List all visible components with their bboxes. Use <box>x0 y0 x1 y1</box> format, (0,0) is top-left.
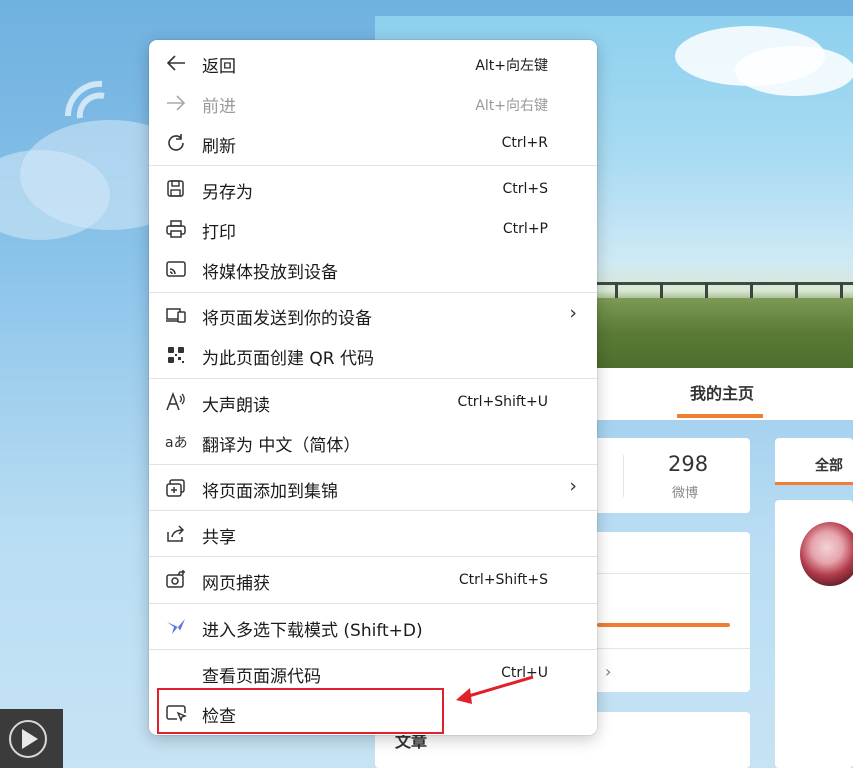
card-divider <box>597 648 750 649</box>
menu-item-label: 返回 <box>202 57 236 77</box>
menu-item-read-aloud[interactable]: 大声朗读 Ctrl+Shift+U <box>149 381 597 421</box>
back-arrow-icon <box>166 55 185 71</box>
menu-item-shortcut: Ctrl+P <box>502 221 548 237</box>
play-icon <box>22 729 38 749</box>
menu-item-label: 前进 <box>202 97 236 117</box>
menu-item-print[interactable]: 打印 Ctrl+P <box>149 208 597 248</box>
context-menu: 返回 Alt+向左键 前进 Alt+向右键 刷新 Ctrl+R 另存为 Ctrl… <box>149 40 597 735</box>
menu-separator <box>149 649 597 650</box>
forward-arrow-icon <box>167 95 186 111</box>
tab-all[interactable]: 全部 <box>815 455 843 475</box>
tab-all-indicator <box>775 482 853 485</box>
menu-item-label: 网页捕获 <box>202 574 270 594</box>
menu-separator <box>149 292 597 293</box>
annotation-arrow-icon <box>456 675 534 704</box>
menu-separator <box>149 556 597 557</box>
menu-item-shortcut: Ctrl+Shift+S <box>458 572 548 588</box>
menu-separator <box>149 378 597 379</box>
menu-item-cast-media[interactable]: 将媒体投放到设备 <box>149 248 597 288</box>
menu-item-label: 将媒体投放到设备 <box>202 263 338 283</box>
menu-item-multi-download[interactable]: 进入多选下载模式 (Shift+D) <box>149 606 597 646</box>
menu-separator <box>149 464 597 465</box>
menu-separator <box>149 510 597 511</box>
menu-item-shortcut: Ctrl+R <box>501 135 548 151</box>
menu-item-shortcut: Ctrl+Shift+U <box>457 394 548 410</box>
download-mode-icon <box>167 619 185 634</box>
refresh-icon <box>168 134 184 151</box>
menu-item-label: 将页面添加到集锦 <box>202 482 338 502</box>
menu-separator <box>149 603 597 604</box>
submenu-chevron-icon: › <box>569 475 577 497</box>
submenu-chevron-icon: › <box>569 302 577 324</box>
menu-item-label: 刷新 <box>202 137 236 157</box>
weibo-logo-icon <box>64 80 105 119</box>
menu-item-label: 查看页面源代码 <box>202 667 321 687</box>
svg-text:aあ: aあ <box>165 435 187 451</box>
collections-icon <box>166 479 185 497</box>
menu-item-forward[interactable]: 前进 Alt+向右键 <box>149 82 597 122</box>
stat-label: 微博 <box>672 486 699 501</box>
menu-item-translate[interactable]: aあ 翻译为 中文（简体） <box>149 421 597 461</box>
menu-item-shortcut: Ctrl+S <box>502 181 548 197</box>
menu-separator <box>149 165 597 166</box>
video-play-button[interactable] <box>0 709 63 768</box>
progress-bar <box>597 623 730 627</box>
translate-icon: aあ <box>165 435 187 451</box>
stat-value[interactable]: 298 <box>668 452 708 476</box>
qr-code-icon <box>168 347 184 363</box>
menu-item-label: 进入多选下载模式 (Shift+D) <box>202 621 423 641</box>
stats-divider <box>623 455 624 497</box>
card-divider <box>597 573 750 574</box>
tab-active-indicator <box>677 414 763 418</box>
save-icon <box>167 180 184 197</box>
avatar[interactable] <box>800 522 853 586</box>
menu-item-share[interactable]: 共享 <box>149 513 597 553</box>
menu-item-send-to-device[interactable]: 将页面发送到你的设备 › <box>149 294 597 334</box>
share-icon <box>167 525 185 542</box>
menu-item-label: 将页面发送到你的设备 <box>202 309 372 329</box>
menu-item-shortcut: Alt+向右键 <box>475 98 548 114</box>
menu-item-label: 打印 <box>202 223 236 243</box>
print-icon <box>166 220 186 238</box>
chevron-right-icon[interactable]: › <box>605 662 611 681</box>
cast-icon <box>166 261 186 277</box>
web-capture-icon <box>166 570 185 588</box>
menu-item-label: 另存为 <box>202 183 253 203</box>
menu-item-add-to-collections[interactable]: 将页面添加到集锦 › <box>149 467 597 507</box>
menu-item-qr-code[interactable]: 为此页面创建 QR 代码 <box>149 334 597 374</box>
menu-item-label: 翻译为 中文（简体） <box>202 436 361 456</box>
menu-item-label: 共享 <box>202 528 236 548</box>
tab-my-homepage[interactable]: 我的主页 <box>680 380 764 404</box>
read-aloud-icon <box>166 391 185 411</box>
send-to-device-icon <box>166 308 186 323</box>
menu-item-refresh[interactable]: 刷新 Ctrl+R <box>149 122 597 162</box>
menu-item-label: 大声朗读 <box>202 396 270 416</box>
menu-item-save-as[interactable]: 另存为 Ctrl+S <box>149 168 597 208</box>
annotation-highlight-box <box>157 688 444 734</box>
menu-item-web-capture[interactable]: 网页捕获 Ctrl+Shift+S <box>149 559 597 599</box>
menu-item-shortcut: Alt+向左键 <box>475 58 548 74</box>
menu-item-back[interactable]: 返回 Alt+向左键 <box>149 42 597 82</box>
menu-item-label: 为此页面创建 QR 代码 <box>202 349 375 369</box>
